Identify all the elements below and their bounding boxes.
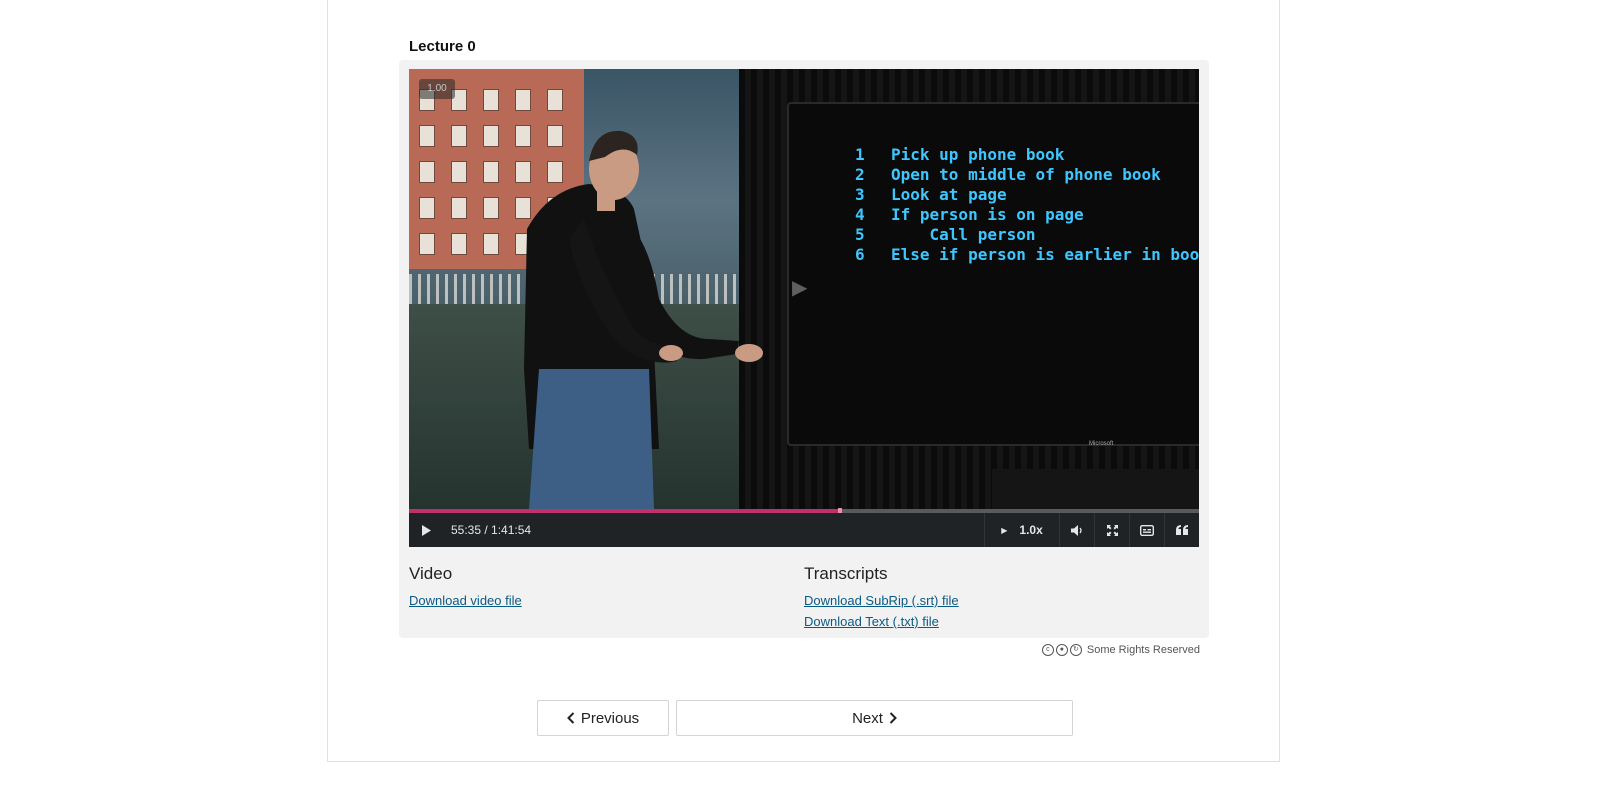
playback-speed-badge: 1.00 (419, 79, 455, 99)
chevron-left-icon (566, 712, 575, 724)
download-srt-link[interactable]: Download SubRip (.srt) file (804, 590, 959, 611)
previous-button[interactable]: Previous (537, 700, 669, 736)
play-button[interactable] (409, 513, 443, 547)
transcript-button[interactable] (1165, 513, 1199, 547)
license-notice[interactable]: c ● ↻ Some Rights Reserved (1031, 644, 1200, 656)
next-button[interactable]: Next (676, 700, 1073, 736)
captions-button[interactable] (1130, 513, 1165, 547)
volume-icon (1070, 524, 1082, 536)
captions-icon (1140, 524, 1154, 536)
chevron-right-icon (889, 712, 897, 724)
video-downloads: Video Download video file (409, 564, 522, 611)
share-alike-icon: ↻ (1069, 644, 1082, 656)
fullscreen-icon (1106, 524, 1118, 536)
speed-button[interactable]: ▶ 1.0x (984, 513, 1060, 547)
previous-label: Previous (580, 709, 640, 727)
transcript-downloads: Transcripts Download SubRip (.srt) file … (804, 564, 959, 632)
transcripts-heading: Transcripts (804, 564, 888, 583)
play-icon (422, 524, 431, 536)
volume-button[interactable] (1060, 513, 1095, 547)
video-frame-image[interactable]: 1 Pick up phone book 2 Open to middle of ph… (409, 69, 1199, 509)
transcript-quote-icon (1176, 525, 1188, 535)
download-video-link[interactable]: Download video file (409, 590, 522, 611)
center-play-icon[interactable]: ▶ (792, 275, 807, 300)
lecture-title: Lecture 0 (409, 38, 476, 55)
next-label: Next (852, 709, 883, 727)
video-player[interactable]: 1 Pick up phone book 2 Open to middle of ph… (409, 69, 1199, 547)
player-controls: 55:35 / 1:41:54 ▶ 1.0x (409, 513, 1199, 547)
license-text: Some Rights Reserved (1086, 644, 1200, 656)
time-display: 55:35 / 1:41:54 (451, 523, 532, 537)
fullscreen-button[interactable] (1095, 513, 1130, 547)
video-heading: Video (409, 564, 453, 583)
attribution-icon: ● (1055, 644, 1068, 656)
speed-play-icon: ▶ (1001, 525, 1008, 535)
speed-label: 1.0x (1019, 523, 1043, 537)
cc-icon: c (1041, 644, 1054, 656)
download-txt-link[interactable]: Download Text (.txt) file (804, 611, 959, 632)
